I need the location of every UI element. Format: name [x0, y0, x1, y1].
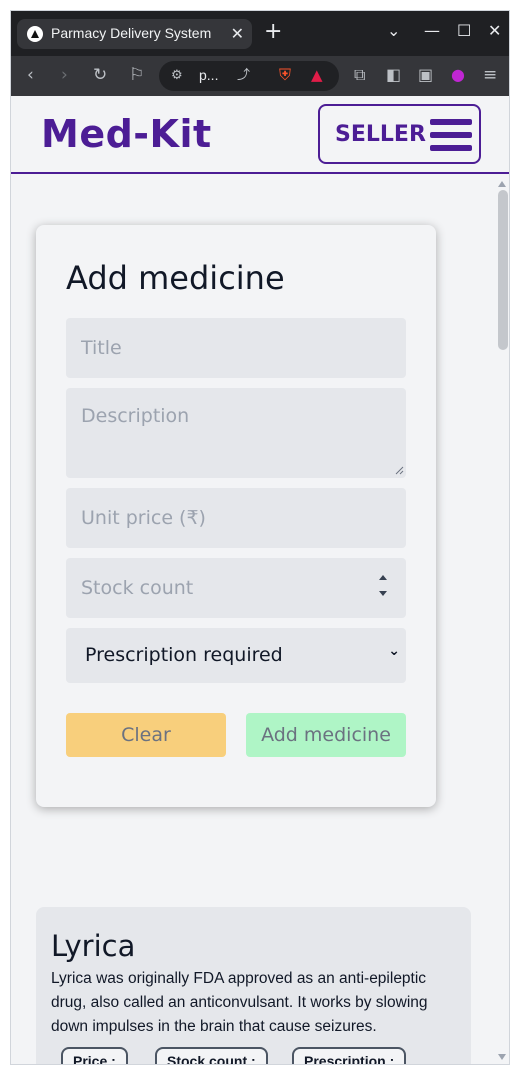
- profile-avatar-icon[interactable]: ●: [451, 65, 465, 85]
- site-settings-icon[interactable]: ⚙: [171, 66, 183, 86]
- seller-menu-button[interactable]: SELLER: [318, 104, 481, 164]
- site-favicon-icon: [27, 26, 43, 42]
- reload-icon[interactable]: ↻: [93, 65, 107, 85]
- add-medicine-card: Add medicine Prescription required ⌄ Cle…: [36, 225, 436, 807]
- description-input[interactable]: [66, 388, 406, 478]
- close-window-icon[interactable]: ✕: [488, 21, 501, 40]
- tab-close-icon[interactable]: ✕: [231, 24, 244, 43]
- hamburger-icon: [430, 119, 472, 151]
- menu-icon[interactable]: ≡: [483, 65, 497, 85]
- prescription-selected-value: Prescription required: [85, 644, 283, 666]
- seller-label: SELLER: [335, 122, 426, 147]
- add-medicine-button[interactable]: Add medicine: [246, 713, 406, 757]
- stock-stepper[interactable]: [376, 571, 390, 603]
- app-header: Med-Kit SELLER: [11, 96, 509, 174]
- scroll-up-icon[interactable]: [498, 181, 506, 187]
- maximize-icon[interactable]: ☐: [457, 21, 471, 40]
- back-arrow-icon[interactable]: ‹: [27, 65, 34, 85]
- stepper-down-icon[interactable]: [379, 591, 387, 596]
- stock-count-chip: Stock count :: [155, 1047, 268, 1064]
- stock-count-input[interactable]: [66, 558, 406, 618]
- tab-strip: Parmacy Delivery System ✕ + ⌄ — ☐ ✕: [11, 11, 509, 56]
- tab-search-chevron-icon[interactable]: ⌄: [387, 21, 400, 40]
- address-bar[interactable]: ⚙ p... ⤴ ⛨ ▲: [159, 61, 339, 91]
- brave-shield-icon[interactable]: ⛨: [279, 65, 291, 85]
- chevron-down-icon: ⌄: [388, 643, 400, 659]
- browser-tab[interactable]: Parmacy Delivery System ✕: [17, 19, 252, 49]
- product-card: Lyrica Lyrica was originally FDA approve…: [36, 907, 471, 1064]
- product-description: Lyrica was originally FDA approved as an…: [51, 970, 428, 1035]
- resize-grip-icon[interactable]: [394, 465, 404, 475]
- extensions-icon[interactable]: ⧉: [354, 65, 365, 85]
- prescription-chip: Prescription :: [292, 1047, 407, 1064]
- stepper-up-icon[interactable]: [379, 575, 387, 580]
- rewards-icon[interactable]: ▲: [311, 65, 323, 85]
- minimize-icon[interactable]: —: [424, 21, 440, 40]
- product-name: Lyrica: [51, 929, 136, 963]
- browser-toolbar: ‹ › ↻ ⚐ ⚙ p... ⤴ ⛨ ▲ ⧉ ◧ ▣ ● ≡: [11, 56, 509, 96]
- clear-button[interactable]: Clear: [66, 713, 226, 757]
- sidebar-icon[interactable]: ◧: [386, 65, 401, 85]
- unit-price-input[interactable]: [66, 488, 406, 548]
- share-icon[interactable]: ⤴: [237, 66, 250, 86]
- tab-title: Parmacy Delivery System: [51, 25, 212, 41]
- url-text: p...: [199, 67, 219, 83]
- brand-logo[interactable]: Med-Kit: [41, 112, 212, 156]
- wallet-icon[interactable]: ▣: [418, 65, 433, 85]
- scroll-down-icon[interactable]: [498, 1054, 506, 1060]
- browser-window: Parmacy Delivery System ✕ + ⌄ — ☐ ✕ ‹ › …: [10, 10, 510, 1065]
- new-tab-icon[interactable]: +: [264, 21, 282, 43]
- bookmark-icon[interactable]: ⚐: [129, 65, 144, 85]
- title-input[interactable]: [66, 318, 406, 378]
- form-title: Add medicine: [66, 259, 285, 297]
- price-chip: Price :: [61, 1047, 128, 1064]
- forward-arrow-icon[interactable]: ›: [61, 65, 68, 85]
- page-scrollbar[interactable]: [494, 176, 509, 1064]
- prescription-select[interactable]: Prescription required ⌄: [66, 628, 406, 683]
- scrollbar-thumb[interactable]: [498, 190, 508, 350]
